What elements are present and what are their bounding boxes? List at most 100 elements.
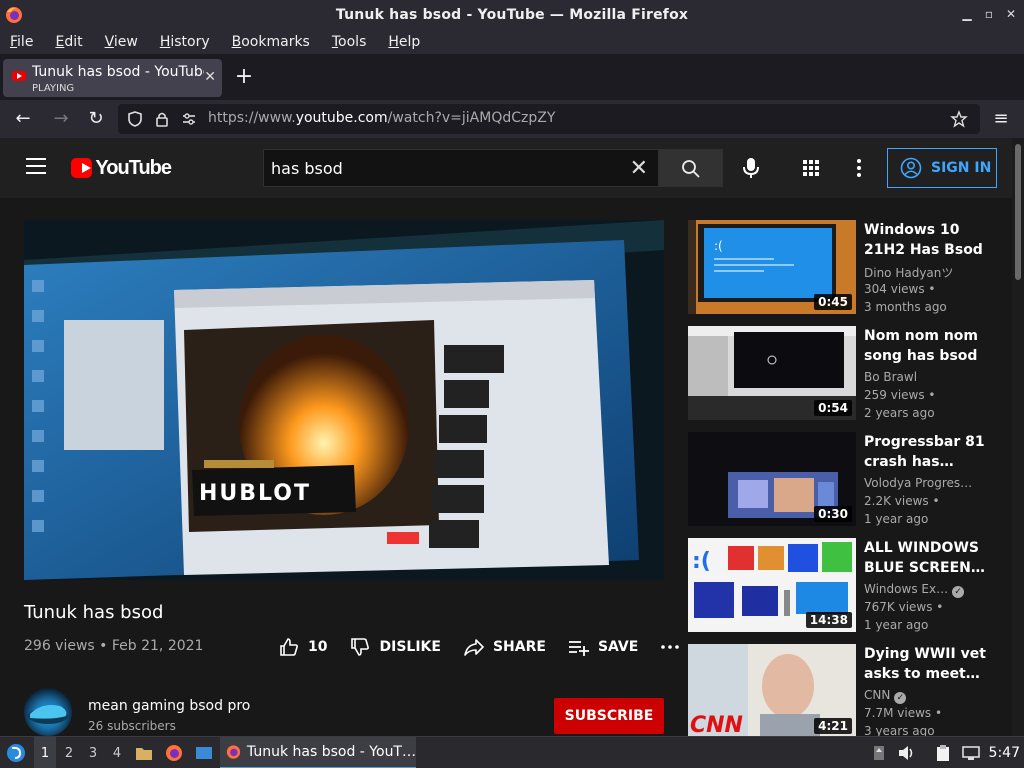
related-thumbnail[interactable]: :( 0:45 — [688, 220, 856, 314]
video-duration: 0:30 — [814, 506, 852, 522]
like-button[interactable]: 10 — [278, 636, 327, 658]
playlist-add-icon — [568, 641, 589, 656]
window-title: Tunuk has bsod - YouTube — Mozilla Firef… — [335, 7, 689, 23]
reload-button[interactable]: ↻ — [85, 108, 107, 130]
scrollbar-thumb[interactable] — [1015, 144, 1021, 280]
menu-bookmarks[interactable]: Bookmarks — [232, 34, 310, 50]
workspace-2[interactable]: 2 — [58, 737, 80, 768]
thumbs-down-icon — [351, 638, 370, 656]
network-icon[interactable] — [960, 737, 982, 768]
youtube-header: YouTube has bsod ✕ SIGN IN — [0, 138, 1012, 198]
related-views: 259 views • — [864, 388, 936, 402]
video-duration: 14:38 — [805, 612, 852, 628]
url-bar[interactable]: https://www.youtube.com/watch?v=jiAMQdCz… — [118, 104, 980, 134]
related-channel: Bo Brawl — [864, 370, 918, 384]
shield-icon[interactable] — [126, 110, 144, 128]
menu-tools[interactable]: Tools — [332, 34, 367, 50]
microphone-icon[interactable] — [736, 153, 766, 183]
clock[interactable]: 5:47 — [989, 737, 1020, 768]
related-title: Nom nom nom song has bsod — [864, 328, 979, 364]
share-icon — [464, 639, 484, 656]
window-titlebar: Tunuk has bsod - YouTube — Mozilla Firef… — [0, 0, 1024, 30]
related-video-item[interactable]: CNN 4:21 Dying WWII vet asks to meet… CN… — [688, 644, 1008, 736]
related-video-item[interactable]: 0:30 Progressbar 81 crash has… Volodya P… — [688, 432, 1008, 526]
lock-icon[interactable] — [153, 110, 171, 128]
more-horizontal-icon — [661, 645, 680, 649]
related-age: 3 months ago — [864, 300, 947, 314]
video-frame: HUBLOT — [24, 220, 664, 580]
permissions-icon[interactable] — [180, 110, 198, 128]
related-channel: CNN ✓ — [864, 688, 994, 704]
firefox-launcher[interactable] — [162, 737, 186, 768]
more-actions-button[interactable] — [660, 637, 688, 657]
subscribe-button[interactable]: SUBSCRIBE — [554, 698, 664, 734]
minimize-button[interactable]: ▁ — [960, 6, 974, 22]
workspace-3[interactable]: 3 — [82, 737, 104, 768]
start-menu-button[interactable] — [4, 737, 28, 768]
search-button[interactable] — [659, 149, 723, 187]
search-input[interactable]: has bsod ✕ — [263, 149, 659, 187]
new-tab-button[interactable]: + — [234, 64, 254, 89]
more-vertical-icon[interactable] — [852, 157, 866, 179]
related-video-item[interactable]: 0:54 Nom nom nom song has bsod Bo Brawl … — [688, 326, 1008, 420]
video-duration: 0:45 — [814, 294, 852, 310]
firefox-icon — [226, 745, 241, 759]
apps-grid-icon[interactable] — [802, 159, 820, 177]
video-duration: 4:21 — [814, 718, 852, 734]
menu-file[interactable]: File — [10, 34, 33, 50]
channel-avatar[interactable] — [24, 688, 72, 736]
channel-name[interactable]: mean gaming bsod pro — [88, 698, 250, 714]
menu-view[interactable]: View — [105, 34, 138, 50]
page-scrollbar[interactable] — [1012, 138, 1024, 736]
related-thumbnail[interactable]: 0:54 — [688, 326, 856, 420]
forward-button[interactable]: → — [50, 108, 72, 130]
video-player[interactable]: HUBLOT — [24, 220, 664, 580]
file-manager-launcher[interactable] — [132, 737, 156, 768]
clear-search-icon[interactable]: ✕ — [630, 156, 648, 181]
related-thumbnail[interactable]: CNN 4:21 — [688, 644, 856, 736]
sign-in-button[interactable]: SIGN IN — [887, 148, 997, 188]
dislike-button[interactable]: DISLIKE — [349, 636, 441, 658]
video-view-date: 296 views • Feb 21, 2021 — [24, 638, 204, 654]
search-query: has bsod — [271, 159, 343, 178]
guide-menu-icon[interactable] — [26, 158, 46, 174]
related-views: 304 views • — [864, 282, 936, 296]
volume-icon[interactable] — [896, 737, 918, 768]
video-title: Tunuk has bsod — [24, 602, 164, 623]
related-age: 2 years ago — [864, 406, 935, 420]
desktop-launcher[interactable] — [192, 737, 216, 768]
related-title: Windows 10 21H2 Has Bsod — [864, 222, 983, 258]
workspace-4[interactable]: 4 — [106, 737, 128, 768]
app-menu-button[interactable]: ≡ — [990, 108, 1012, 130]
taskbar-task-firefox[interactable]: Tunuk has bsod - YouT… — [220, 737, 416, 768]
workspace-1[interactable]: 1 — [34, 737, 56, 768]
menu-edit[interactable]: Edit — [55, 34, 82, 50]
youtube-logo[interactable]: YouTube — [71, 156, 172, 180]
menu-bar: File Edit View History Bookmarks Tools H… — [0, 30, 1024, 54]
svg-text:HUBLOT: HUBLOT — [199, 481, 311, 506]
share-button[interactable]: SHARE — [463, 636, 546, 658]
navigation-bar: ← → ↻ https://www.youtube.com/watch?v=ji… — [0, 100, 1024, 138]
close-window-button[interactable]: ✕ — [1004, 6, 1018, 22]
menu-history[interactable]: History — [160, 34, 210, 50]
related-thumbnail[interactable]: :( 14:38 — [688, 538, 856, 632]
tab-strip: Tunuk has bsod - YouTube PLAYING ✕ + — [0, 54, 1024, 100]
related-video-item[interactable]: :( 14:38 ALL WINDOWS BLUE SCREEN… Window… — [688, 538, 1008, 632]
maximize-button[interactable]: ▫ — [982, 6, 996, 22]
related-video-item[interactable]: :( 0:45 Windows 10 21H2 Has Bsod Dino Ha… — [688, 220, 1008, 314]
back-button[interactable]: ← — [12, 108, 34, 130]
tray-updates-icon[interactable] — [870, 737, 888, 768]
svg-text::(: :( — [692, 549, 711, 574]
browser-tab-active[interactable]: Tunuk has bsod - YouTube PLAYING ✕ — [3, 59, 222, 97]
save-button[interactable]: SAVE — [568, 636, 638, 658]
clipboard-icon[interactable] — [932, 737, 954, 768]
taskbar: 1 2 3 4 Tunuk has bsod - YouT… 5:47 — [0, 736, 1024, 768]
related-channel: Dino Hadyanツ — [864, 266, 954, 280]
bookmark-star-icon[interactable] — [950, 110, 968, 128]
menu-help[interactable]: Help — [388, 34, 420, 50]
related-views: 2.2K views • — [864, 494, 940, 508]
related-thumbnail[interactable]: 0:30 — [688, 432, 856, 526]
related-views: 767K views • — [864, 600, 944, 614]
tab-close-icon[interactable]: ✕ — [204, 69, 216, 85]
video-duration: 0:54 — [814, 400, 852, 416]
